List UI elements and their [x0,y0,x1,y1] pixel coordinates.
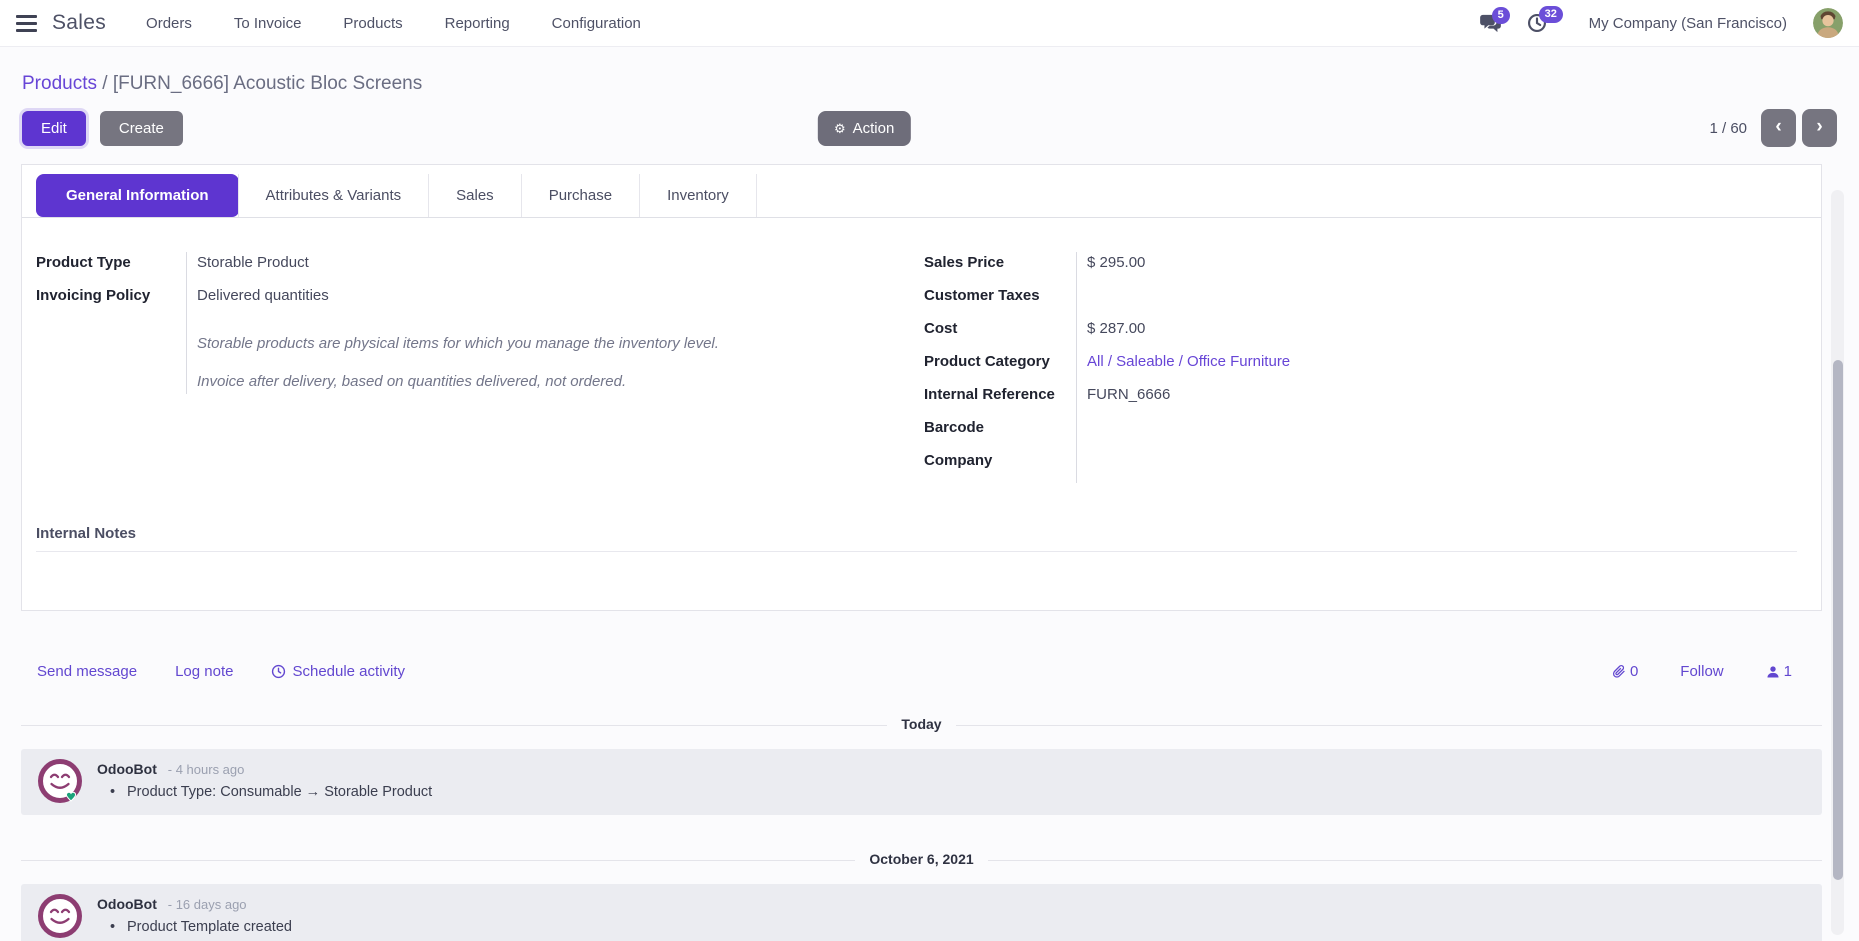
top-navbar: Sales Orders To Invoice Products Reporti… [0,0,1859,47]
log-note-button[interactable]: Log note [175,663,233,680]
barcode-label: Barcode [924,417,1076,450]
date-divider-today: Today [21,716,1822,734]
internal-reference-value: FURN_6666 [1087,384,1771,417]
breadcrumb-current: [FURN_6666] Acoustic Bloc Screens [113,73,422,94]
invoicing-help-text: Invoice after delivery, based on quantit… [197,356,924,394]
user-avatar[interactable] [1813,8,1843,38]
barcode-value [1087,417,1771,450]
tab-sales[interactable]: Sales [428,174,522,217]
message-time: - 16 days ago [168,897,247,912]
date-divider-october: October 6, 2021 [21,851,1822,869]
tab-general-information[interactable]: General Information [36,174,239,217]
breadcrumb: Products / [FURN_6666] Acoustic Bloc Scr… [22,73,1837,95]
internal-reference-label: Internal Reference [924,384,1076,417]
follower-person-icon [1766,665,1780,679]
followers-count: 1 [1784,663,1792,680]
action-button-label: Action [853,120,895,137]
message-author[interactable]: OdooBot [97,761,157,777]
chatter: Send message Log note Schedule activity [21,611,1822,941]
product-type-value: Storable Product [197,252,924,285]
tab-inventory[interactable]: Inventory [639,174,757,217]
menu-orders[interactable]: Orders [146,15,192,32]
product-type-label: Product Type [36,252,186,285]
message-body: Product Type: Consumable → Storable Prod… [97,784,432,800]
internal-notes-title: Internal Notes [36,525,1797,542]
breadcrumb-separator: / [102,73,107,94]
tab-attributes-variants[interactable]: Attributes & Variants [238,174,430,217]
schedule-activity-button[interactable]: Schedule activity [271,663,405,680]
sales-price-value: $ 295.00 [1087,252,1771,285]
tab-purchase[interactable]: Purchase [521,174,640,217]
customer-taxes-label: Customer Taxes [924,285,1076,318]
apps-menu-icon[interactable] [16,15,37,32]
invoicing-policy-value: Delivered quantities [197,285,924,318]
scrollbar-track[interactable] [1831,190,1844,935]
cost-label: Cost [924,318,1076,351]
main-content: General Information Attributes & Variant… [0,164,1859,941]
customer-taxes-value [1087,285,1771,318]
menu-configuration[interactable]: Configuration [552,15,641,32]
paperclip-icon [1611,664,1626,679]
pager-value[interactable]: 1 / 60 [1709,120,1747,137]
cost-value: $ 287.00 [1087,318,1771,351]
app-name[interactable]: Sales [52,11,106,35]
chatter-message: OdooBot - 4 hours ago Product Type: Cons… [21,749,1822,815]
product-category-label: Product Category [924,351,1076,384]
messages-icon[interactable]: 5 [1480,14,1501,33]
message-time: - 4 hours ago [168,762,245,777]
company-switcher[interactable]: My Company (San Francisco) [1589,15,1787,32]
menu-to-invoice[interactable]: To Invoice [234,15,302,32]
clock-icon [271,664,286,679]
followers-button[interactable]: 1 [1766,663,1792,680]
odoobot-avatar [37,758,83,804]
storable-help-text: Storable products are physical items for… [197,318,924,356]
internal-notes-divider [36,551,1797,552]
activities-badge: 32 [1539,6,1563,23]
menu-products[interactable]: Products [343,15,402,32]
invoicing-policy-label: Invoicing Policy [36,285,186,318]
notebook-tabs: General Information Attributes & Variant… [22,165,1821,218]
pager-previous-button[interactable]: ‹ [1761,109,1796,147]
messages-badge: 5 [1492,7,1510,24]
breadcrumb-products-link[interactable]: Products [22,73,97,94]
attachments-count: 0 [1630,663,1638,680]
company-label: Company [924,450,1076,483]
create-button[interactable]: Create [100,111,183,146]
attachments-button[interactable]: 0 [1611,663,1638,680]
message-author[interactable]: OdooBot [97,896,157,912]
company-value [1087,450,1771,483]
gear-icon: ⚙ [834,122,846,135]
chatter-message: OdooBot - 16 days ago Product Template c… [21,884,1822,941]
app-menus: Orders To Invoice Products Reporting Con… [146,15,641,32]
follow-button[interactable]: Follow [1680,663,1723,680]
send-message-button[interactable]: Send message [37,663,137,680]
product-category-link[interactable]: All / Saleable / Office Furniture [1087,351,1771,384]
sales-price-label: Sales Price [924,252,1076,285]
activities-clock-icon[interactable]: 32 [1527,13,1547,33]
scrollbar-thumb[interactable] [1833,360,1843,880]
pager-next-button[interactable]: › [1802,109,1837,147]
edit-button[interactable]: Edit [22,111,86,146]
menu-reporting[interactable]: Reporting [445,15,510,32]
schedule-activity-label: Schedule activity [292,663,405,680]
odoobot-avatar [37,893,83,939]
action-button[interactable]: ⚙ Action [818,111,910,146]
product-form-sheet: General Information Attributes & Variant… [21,164,1822,611]
message-body: Product Template created [97,919,292,935]
control-panel: Products / [FURN_6666] Acoustic Bloc Scr… [0,47,1859,162]
